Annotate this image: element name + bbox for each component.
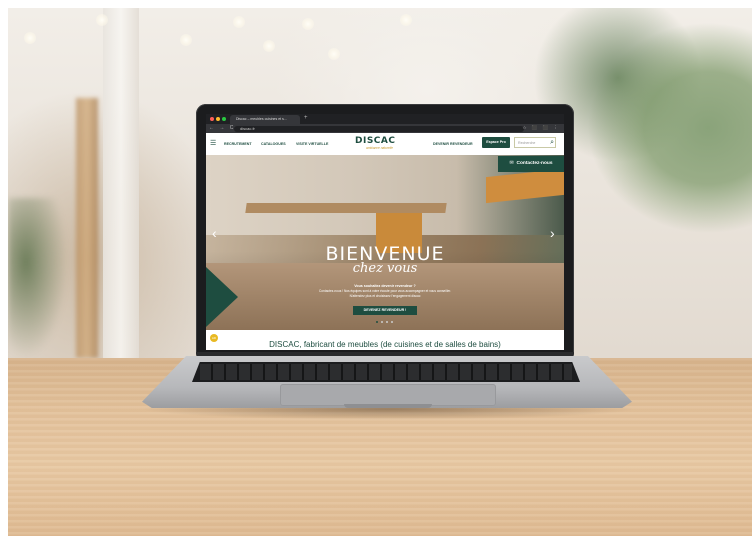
maximize-window-icon[interactable] <box>222 117 226 121</box>
carousel-dot[interactable] <box>376 321 378 323</box>
hero-description-line: N'attendez plus et choisissez l'engageme… <box>349 293 421 298</box>
nav-item-devenir-revendeur[interactable]: DEVENIR REVENDEUR <box>433 142 473 146</box>
close-window-icon[interactable] <box>210 117 214 121</box>
bokeh-light <box>180 34 192 46</box>
carousel-dot[interactable] <box>391 321 393 323</box>
address-bar[interactable]: discac.fr <box>234 125 524 132</box>
search-icon[interactable]: ⌕ <box>550 138 554 148</box>
minimize-window-icon[interactable] <box>216 117 220 121</box>
laptop-keyboard <box>192 362 580 382</box>
search-input[interactable]: Recherche ⌕ <box>514 137 556 148</box>
contact-button[interactable]: ✉ Contactez-nous <box>498 156 564 172</box>
carousel-next-icon[interactable]: › <box>550 225 555 241</box>
bokeh-light <box>24 32 36 44</box>
carousel-dots[interactable] <box>376 321 393 323</box>
bokeh-light <box>233 16 245 28</box>
background-wood-post <box>76 98 98 358</box>
site-header: ☰ RECRUTEMENT CATALOGUES VISITE VIRTUELL… <box>206 133 564 155</box>
nav-item-visite-virtuelle[interactable]: VISITE VIRTUELLE <box>296 142 328 146</box>
bokeh-light <box>328 48 340 60</box>
laptop-front-lip <box>344 404 432 408</box>
laptop-touchpad <box>280 384 496 406</box>
contact-label: Contactez-nous <box>516 161 553 166</box>
carousel-dot[interactable] <box>381 321 383 323</box>
keyboard-keys <box>200 364 572 380</box>
chat-icon: ✉ <box>509 161 514 166</box>
hero-question: Vous souhaitez devenir revendeur ? <box>354 284 416 288</box>
background-plant <box>8 198 68 358</box>
hero-shelf <box>245 203 447 213</box>
hero-banner: ✉ Contactez-nous ‹ › BIENVENUE chez vous … <box>206 155 564 330</box>
window-controls[interactable] <box>210 117 226 121</box>
nav-item-catalogues[interactable]: CATALOGUES <box>261 142 286 146</box>
bokeh-light <box>96 14 108 26</box>
search-placeholder: Recherche <box>518 141 536 145</box>
carousel-dot[interactable] <box>386 321 388 323</box>
hero-description: Contactez-nous ! Nos équipes sont à votr… <box>206 289 564 298</box>
browser-tab[interactable]: Discac – meubles cuisines et s... <box>230 115 300 124</box>
nav-item-recrutement[interactable]: RECRUTEMENT <box>224 142 252 146</box>
browser-nav-icons[interactable]: ← → C <box>209 125 235 131</box>
bokeh-light <box>400 14 412 26</box>
new-tab-button[interactable]: + <box>304 115 308 121</box>
carousel-prev-icon[interactable]: ‹ <box>212 225 217 241</box>
espace-pro-button[interactable]: Espace Pro <box>482 137 510 148</box>
hero-subtitle: chez vous <box>352 261 418 276</box>
bokeh-light <box>263 40 275 52</box>
discac-logo[interactable]: DISCAC <box>355 136 395 146</box>
bokeh-light <box>302 18 314 30</box>
browser-toolbar: ← → C discac.fr ☆ ⬛ ⬛ ⋮ <box>206 124 564 133</box>
devenez-revendeur-button[interactable]: DEVENEZ REVENDEUR ! <box>353 306 417 315</box>
browser-tab-strip: Discac – meubles cuisines et s... + <box>206 114 564 124</box>
browser-extension-icons[interactable]: ☆ ⬛ ⬛ ⋮ <box>523 125 561 131</box>
hamburger-menu-icon[interactable]: ☰ <box>210 140 216 147</box>
laptop-screen: Discac – meubles cuisines et s... + ← → … <box>206 114 564 350</box>
intro-section: AD DISCAC, fabricant de meubles (de cuis… <box>206 330 564 350</box>
background-pillar <box>103 8 139 358</box>
logo-tagline: ambiance naturelle <box>366 146 393 150</box>
section-title: DISCAC, fabricant de meubles (de cuisine… <box>269 340 501 349</box>
